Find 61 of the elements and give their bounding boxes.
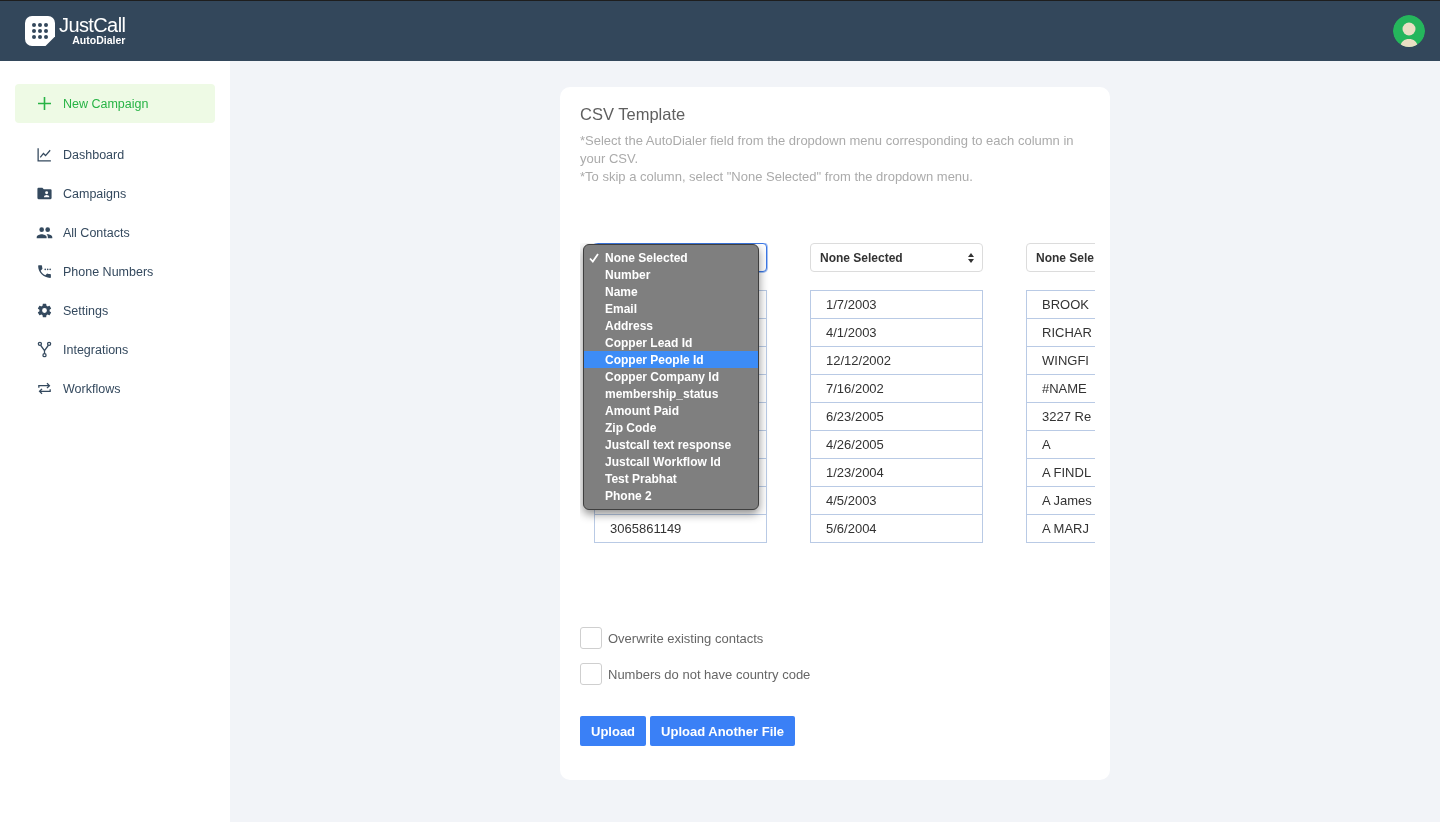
swap-arrows-icon xyxy=(36,380,53,397)
upload-button[interactable]: Upload xyxy=(580,716,647,746)
table-cell: 4/1/2003 xyxy=(810,318,983,347)
sidebar-item[interactable]: All Contacts xyxy=(0,213,230,252)
new-campaign-button[interactable]: New Campaign xyxy=(15,84,215,123)
sort-arrows-icon xyxy=(968,252,974,263)
table-cell: 12/12/2002 xyxy=(810,346,983,375)
checkbox-label: Overwrite existing contacts xyxy=(608,630,764,646)
table-cell: BROOK xyxy=(1026,290,1095,319)
chart-icon xyxy=(36,146,53,163)
table-cell: 4/5/2003 xyxy=(810,486,983,515)
table-cell: 3065861149 xyxy=(594,514,767,543)
table-cell: RICHAR xyxy=(1026,318,1095,347)
dropdown-option[interactable]: Test Prabhat xyxy=(584,470,758,487)
dropdown-option[interactable]: Number xyxy=(584,266,758,283)
dropdown-option[interactable]: Justcall Workflow Id xyxy=(584,453,758,470)
dropdown-option[interactable]: Copper Lead Id xyxy=(584,334,758,351)
people-icon xyxy=(36,224,53,241)
table-cell: 4/26/2005 xyxy=(810,430,983,459)
branch-icon xyxy=(36,341,53,358)
instruction-text: *Select the AutoDialer field from the dropdown menu corresponding to each column in your CSV. xyxy=(580,132,1075,168)
table-cell: 7/16/2002 xyxy=(810,374,983,403)
card-title: CSV Template xyxy=(580,104,687,124)
brand-name: JustCall xyxy=(59,14,126,35)
dropdown-option[interactable]: None Selected xyxy=(584,249,758,266)
sidebar-item[interactable]: Dashboard xyxy=(0,135,230,174)
plus-icon xyxy=(38,97,51,110)
dropdown-option[interactable]: Copper Company Id xyxy=(584,368,758,385)
dropdown-option[interactable]: Name xyxy=(584,283,758,300)
folder-icon xyxy=(36,185,53,202)
gear-icon xyxy=(36,302,53,319)
brand-subtitle: AutoDialer xyxy=(72,34,126,46)
logo-icon[interactable] xyxy=(25,16,55,46)
dropdown-option[interactable]: Address xyxy=(584,317,758,334)
upload-another-file-button[interactable]: Upload Another File xyxy=(650,716,796,746)
sidebar-item[interactable]: Workflows xyxy=(0,369,230,408)
dropdown-option[interactable]: membership_status xyxy=(584,385,758,402)
sidebar-item[interactable]: Settings xyxy=(0,291,230,330)
avatar[interactable] xyxy=(1393,15,1425,47)
table-cell: A James xyxy=(1026,486,1095,515)
table-cell: 1/23/2004 xyxy=(810,458,983,487)
dropdown-option[interactable]: Amount Paid xyxy=(584,402,758,419)
checkbox-label: Numbers do not have country code xyxy=(608,666,811,682)
sidebar-item[interactable]: Phone Numbers xyxy=(0,252,230,291)
sidebar-item[interactable]: Campaigns xyxy=(0,174,230,213)
dropdown-option[interactable]: Email xyxy=(584,300,758,317)
dropdown-option[interactable]: Justcall text response xyxy=(584,436,758,453)
dropdown-option[interactable]: Copper People Id xyxy=(584,351,758,368)
dropdown-option[interactable]: Phone 2 xyxy=(584,487,758,504)
sidebar-item[interactable]: Integrations xyxy=(0,330,230,369)
dropdown-option[interactable]: Zip Code xyxy=(584,419,758,436)
instruction-text: *To skip a column, select "None Selected" from the dropdown menu. xyxy=(580,168,974,186)
checkbox[interactable] xyxy=(580,627,602,649)
table-cell: A MARJ xyxy=(1026,514,1095,543)
table-cell: 6/23/2005 xyxy=(810,402,983,431)
checkbox[interactable] xyxy=(580,663,602,685)
column-select[interactable]: None Sele xyxy=(1026,243,1095,272)
table-cell: 1/7/2003 xyxy=(810,290,983,319)
column-select[interactable]: None Selected xyxy=(810,243,983,272)
phone-icon xyxy=(36,263,53,280)
table-cell: 5/6/2004 xyxy=(810,514,983,543)
